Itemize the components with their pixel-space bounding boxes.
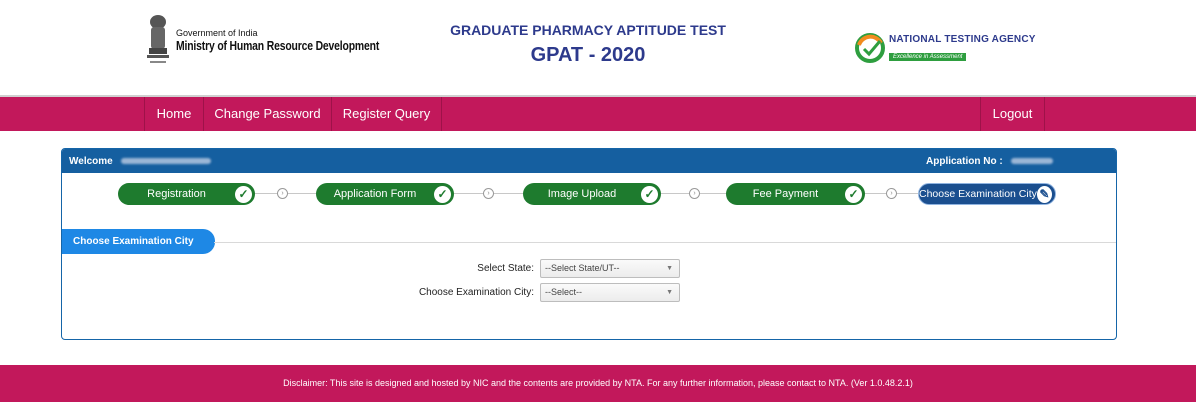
agency-name: NATIONAL TESTING AGENCY (889, 33, 1036, 45)
step-arrow-icon: › (277, 188, 288, 199)
gov-of-india-text: Government of India (176, 28, 258, 38)
step-arrow-icon: › (483, 188, 494, 199)
footer-disclaimer: Disclaimer: This site is designed and ho… (0, 365, 1196, 402)
state-select[interactable]: --Select State/UT-- ▼ (540, 259, 680, 278)
step-application-form[interactable]: Application Form ✓ (316, 183, 454, 205)
application-number: Application No : (926, 156, 1053, 167)
check-icon: ✓ (845, 185, 862, 203)
redacted-candidate-name (120, 158, 211, 165)
chevron-down-icon: ▼ (666, 289, 673, 296)
nav-change-password[interactable]: Change Password (204, 97, 332, 131)
state-select-value: --Select State/UT-- (545, 263, 620, 273)
city-select[interactable]: --Select-- ▼ (540, 283, 680, 302)
step-label: Registration (147, 188, 206, 200)
redacted-application-number (1010, 158, 1053, 165)
step-label: Application Form (333, 188, 417, 200)
mhrd-logo: Government of India Ministry of Human Re… (144, 12, 430, 68)
nav-logout[interactable]: Logout (980, 97, 1045, 131)
check-icon: ✓ (235, 185, 252, 203)
nav-register-query[interactable]: Register Query (332, 97, 442, 131)
step-label: Image Upload (547, 188, 617, 200)
national-emblem-icon (147, 15, 169, 63)
welcome-label: Welcome (69, 156, 113, 167)
nav-home[interactable]: Home (144, 97, 204, 131)
nta-logo: NATIONAL TESTING AGENCY Excellence in As… (855, 33, 1036, 63)
step-choose-examination-city[interactable]: Choose Examination City ✎ (918, 183, 1056, 205)
application-no-label: Application No : (926, 156, 1003, 167)
state-row: Select State: --Select State/UT-- ▼ (62, 259, 1116, 279)
pencil-icon: ✎ (1036, 185, 1052, 203)
check-icon: ✓ (434, 185, 451, 203)
panel-header: Welcome Application No : (62, 149, 1116, 173)
step-label: Fee Payment (752, 188, 819, 200)
city-row: Choose Examination City: --Select-- ▼ (62, 283, 1116, 303)
application-panel: Welcome Application No : › › › › Registr… (61, 148, 1117, 340)
ministry-name: Ministry of Human Resource Development (176, 38, 380, 53)
agency-tagline: Excellence in Assessment (889, 52, 967, 61)
nta-logo-icon (855, 33, 885, 63)
section-title-tab: Choose Examination City (62, 229, 215, 254)
step-registration[interactable]: Registration ✓ (118, 183, 255, 205)
step-fee-payment[interactable]: Fee Payment ✓ (726, 183, 865, 205)
step-arrow-icon: › (886, 188, 897, 199)
step-label: Choose Examination City (919, 188, 1037, 200)
chevron-down-icon: ▼ (666, 265, 673, 272)
section-divider (214, 242, 1116, 243)
step-image-upload[interactable]: Image Upload ✓ (523, 183, 661, 205)
page-header: Government of India Ministry of Human Re… (0, 0, 1196, 95)
city-select-value: --Select-- (545, 287, 583, 297)
welcome-text: Welcome (69, 156, 211, 167)
city-label: Choose Examination City: (418, 287, 534, 298)
progress-steps: › › › › Registration ✓ Application Form … (62, 183, 1116, 207)
step-arrow-icon: › (689, 188, 700, 199)
state-label: Select State: (477, 263, 534, 274)
main-navbar: Home Change Password Register Query Logo… (0, 95, 1196, 131)
check-icon: ✓ (641, 185, 658, 203)
